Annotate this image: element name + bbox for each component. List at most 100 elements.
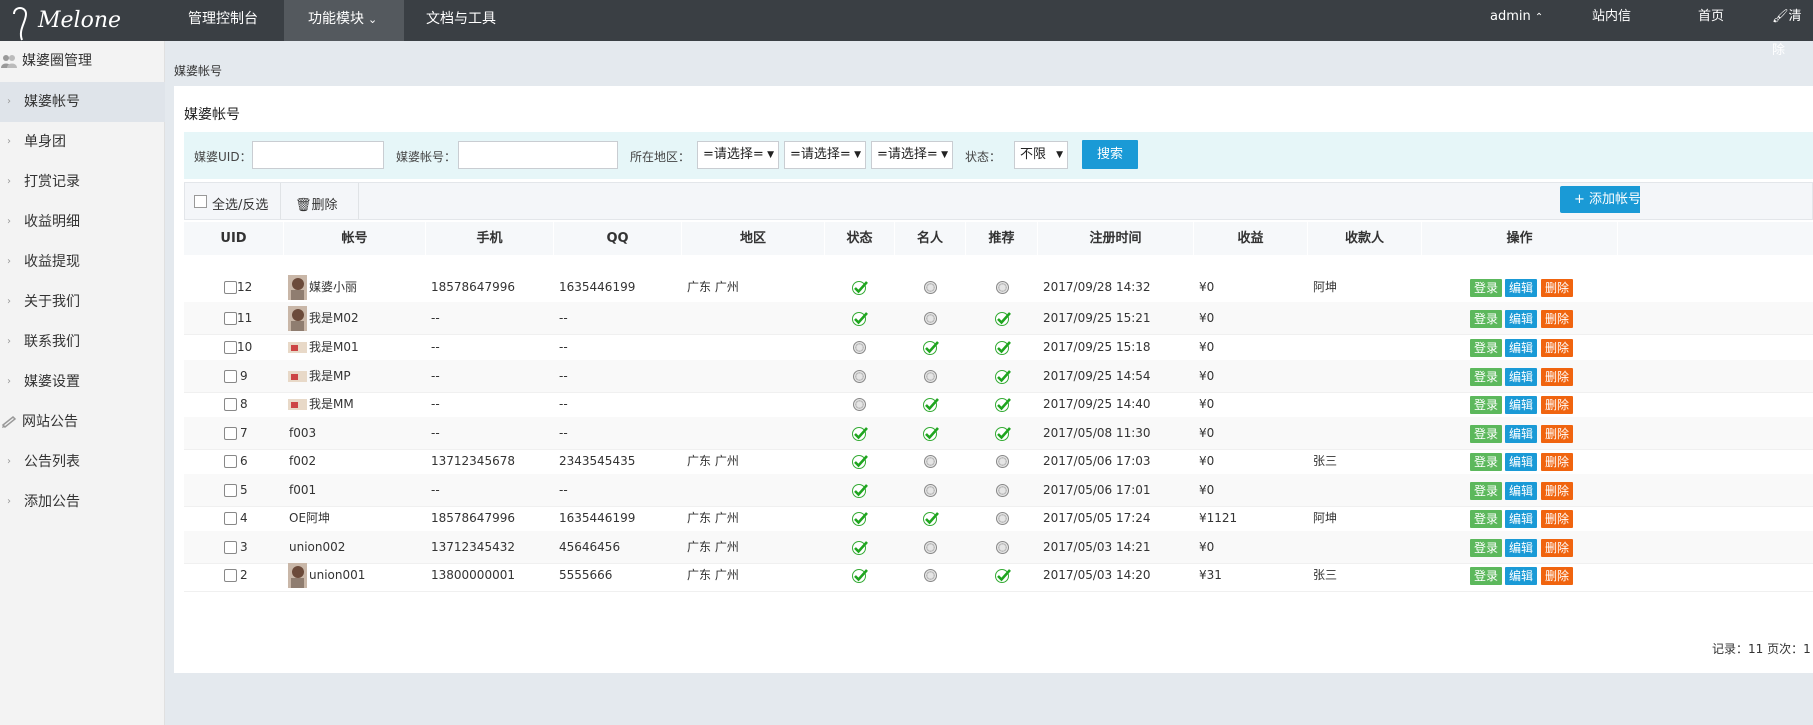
- row-checkbox[interactable]: [224, 281, 237, 294]
- delete-button[interactable]: 删除: [1541, 539, 1573, 557]
- edit-button[interactable]: 编辑: [1505, 510, 1537, 528]
- col-recommend[interactable]: 推荐: [966, 222, 1038, 255]
- login-button[interactable]: 登录: [1470, 482, 1502, 500]
- col-phone[interactable]: 手机: [426, 222, 554, 255]
- status-check-icon[interactable]: [852, 483, 868, 498]
- select-all-label[interactable]: 全选/反选: [212, 194, 268, 213]
- recommend-off-icon[interactable]: [996, 512, 1009, 525]
- row-checkbox[interactable]: [224, 455, 237, 468]
- delete-button[interactable]: 删除: [1541, 339, 1573, 357]
- account-input[interactable]: [458, 141, 618, 169]
- edit-button[interactable]: 编辑: [1505, 279, 1537, 297]
- col-qq[interactable]: QQ: [554, 222, 682, 255]
- delete-button[interactable]: 删除: [1541, 567, 1573, 585]
- district-select[interactable]: =请选择= ▼: [871, 141, 953, 169]
- row-checkbox[interactable]: [224, 312, 237, 325]
- edit-button[interactable]: 编辑: [1505, 539, 1537, 557]
- celebrity-off-icon[interactable]: [924, 370, 937, 383]
- row-checkbox[interactable]: [224, 370, 237, 383]
- recommend-off-icon[interactable]: [996, 541, 1009, 554]
- account-cell[interactable]: union001: [309, 559, 365, 592]
- delete-button[interactable]: 删除: [1541, 510, 1573, 528]
- sidebar-item-singles[interactable]: › 单身团: [0, 122, 165, 162]
- login-button[interactable]: 登录: [1470, 510, 1502, 528]
- status-check-icon[interactable]: [852, 540, 868, 555]
- status-check-icon[interactable]: [852, 311, 868, 326]
- uid-input[interactable]: [252, 141, 384, 169]
- celebrity-check-icon[interactable]: [923, 511, 939, 526]
- status-check-icon[interactable]: [852, 511, 868, 526]
- edit-button[interactable]: 编辑: [1505, 482, 1537, 500]
- recommend-off-icon[interactable]: [996, 484, 1009, 497]
- celebrity-off-icon[interactable]: [924, 455, 937, 468]
- row-checkbox[interactable]: [224, 484, 237, 497]
- brand-logo[interactable]: Melone: [8, 2, 121, 41]
- edit-button[interactable]: 编辑: [1505, 567, 1537, 585]
- sidebar-item-withdraw[interactable]: › 收益提现: [0, 242, 165, 282]
- login-button[interactable]: 登录: [1470, 279, 1502, 297]
- delete-button[interactable]: 删除: [1541, 368, 1573, 386]
- sidebar-item-about[interactable]: › 关于我们: [0, 282, 165, 322]
- login-button[interactable]: 登录: [1470, 425, 1502, 443]
- login-button[interactable]: 登录: [1470, 453, 1502, 471]
- edit-button[interactable]: 编辑: [1505, 396, 1537, 414]
- edit-button[interactable]: 编辑: [1505, 339, 1537, 357]
- celebrity-off-icon[interactable]: [924, 484, 937, 497]
- login-button[interactable]: 登录: [1470, 396, 1502, 414]
- province-select[interactable]: =请选择= ▼: [697, 141, 779, 169]
- row-checkbox[interactable]: [224, 398, 237, 411]
- col-payee[interactable]: 收款人: [1308, 222, 1422, 255]
- sidebar-item-add-notice[interactable]: › 添加公告: [0, 482, 165, 522]
- celebrity-off-icon[interactable]: [924, 312, 937, 325]
- status-check-icon[interactable]: [852, 568, 868, 583]
- col-status[interactable]: 状态: [825, 222, 895, 255]
- sidebar-item-tips[interactable]: › 打赏记录: [0, 162, 165, 202]
- login-button[interactable]: 登录: [1470, 339, 1502, 357]
- login-button[interactable]: 登录: [1470, 368, 1502, 386]
- delete-button[interactable]: 删除: [1541, 425, 1573, 443]
- col-region[interactable]: 地区: [682, 222, 825, 255]
- bulk-delete-button[interactable]: 🗑删除: [295, 194, 338, 213]
- sidebar-group-matchmaker[interactable]: 媒婆圈管理: [0, 41, 165, 81]
- delete-button[interactable]: 删除: [1541, 453, 1573, 471]
- row-checkbox[interactable]: [224, 341, 237, 354]
- col-account[interactable]: 帐号: [284, 222, 426, 255]
- edit-button[interactable]: 编辑: [1505, 425, 1537, 443]
- edit-button[interactable]: 编辑: [1505, 453, 1537, 471]
- recommend-check-icon[interactable]: [995, 340, 1011, 355]
- messages-link[interactable]: 站内信: [1592, 0, 1631, 36]
- edit-button[interactable]: 编辑: [1505, 310, 1537, 328]
- celebrity-off-icon[interactable]: [924, 281, 937, 294]
- sidebar-item-notice-list[interactable]: › 公告列表: [0, 442, 165, 482]
- celebrity-check-icon[interactable]: [923, 397, 939, 412]
- add-account-button[interactable]: + 添加帐号: [1560, 186, 1640, 213]
- edit-button[interactable]: 编辑: [1505, 368, 1537, 386]
- recommend-check-icon[interactable]: [995, 397, 1011, 412]
- celebrity-check-icon[interactable]: [923, 340, 939, 355]
- sidebar-item-settings[interactable]: › 媒婆设置: [0, 362, 165, 402]
- login-button[interactable]: 登录: [1470, 310, 1502, 328]
- status-off-icon[interactable]: [853, 341, 866, 354]
- delete-button[interactable]: 删除: [1541, 310, 1573, 328]
- user-menu[interactable]: admin ⌃: [1490, 0, 1543, 36]
- city-select[interactable]: =请选择= ▼: [784, 141, 866, 169]
- col-reg-time[interactable]: 注册时间: [1038, 222, 1194, 255]
- delete-button[interactable]: 删除: [1541, 279, 1573, 297]
- account-cell[interactable]: 媒婆小丽: [309, 271, 357, 304]
- nav-modules[interactable]: 功能模块 ⌄: [284, 0, 404, 41]
- col-celebrity[interactable]: 名人: [895, 222, 966, 255]
- row-checkbox[interactable]: [224, 569, 237, 582]
- delete-button[interactable]: 删除: [1541, 482, 1573, 500]
- delete-button[interactable]: 删除: [1541, 396, 1573, 414]
- status-check-icon[interactable]: [852, 426, 868, 441]
- status-off-icon[interactable]: [853, 370, 866, 383]
- search-button[interactable]: 搜索: [1082, 140, 1138, 169]
- home-link[interactable]: 首页: [1698, 0, 1724, 36]
- nav-console[interactable]: 管理控制台: [188, 0, 258, 41]
- select-all-checkbox[interactable]: [194, 195, 207, 208]
- recommend-off-icon[interactable]: [996, 281, 1009, 294]
- row-checkbox[interactable]: [224, 427, 237, 440]
- sidebar-item-contact[interactable]: › 联系我们: [0, 322, 165, 362]
- status-check-icon[interactable]: [852, 280, 868, 295]
- sidebar-item-accounts[interactable]: › 媒婆帐号: [0, 82, 165, 122]
